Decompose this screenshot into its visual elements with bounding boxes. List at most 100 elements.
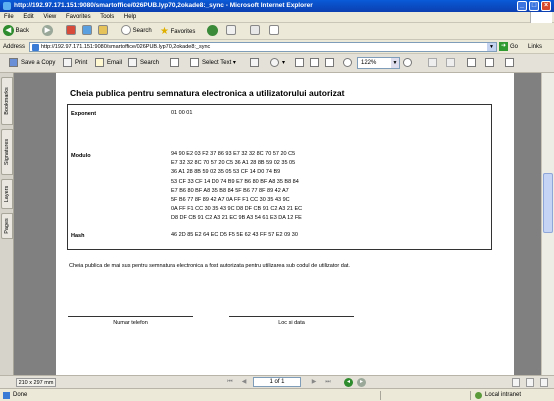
- continuous-layout-icon[interactable]: [526, 378, 534, 387]
- exponent-label: Exponent: [71, 111, 97, 117]
- select-text-button[interactable]: Select Text ▾: [190, 57, 236, 69]
- tab-pages[interactable]: Pages: [1, 213, 13, 239]
- fit-page-icon: [310, 57, 319, 67]
- exponent-value: 01 00 01: [171, 110, 193, 116]
- mail-icon: [226, 25, 236, 36]
- tab-bookmarks[interactable]: Bookmarks: [1, 77, 13, 125]
- print-button[interactable]: [250, 25, 260, 38]
- modulo-line: 5F B6 77 8F 89 42 A7 0A FF F1 CC 30 35 4…: [171, 197, 290, 204]
- menu-file[interactable]: File: [4, 14, 14, 20]
- phone-number-label: Numar telefon: [113, 320, 148, 326]
- back-label: Back: [15, 28, 30, 35]
- zoom-tool-button[interactable]: ▾: [270, 57, 285, 69]
- print-pdf-button[interactable]: Print: [63, 57, 87, 69]
- links-button[interactable]: Links: [528, 42, 542, 52]
- history-button[interactable]: [207, 25, 218, 38]
- refresh-button[interactable]: [82, 25, 92, 38]
- pdf-page: Cheia publica pentru semnatura electroni…: [56, 73, 514, 375]
- modulo-value: 94 90 E2 03 F2 37 86 93 E7 32 32 8C 70 5…: [171, 150, 302, 224]
- email-button[interactable]: Email: [95, 57, 122, 69]
- fit-page-button[interactable]: [310, 57, 322, 69]
- actual-size-button[interactable]: [295, 57, 307, 69]
- edit-button[interactable]: [269, 25, 279, 38]
- address-bar: Address http://192.97.171.151:9080/smart…: [0, 40, 554, 54]
- security-zone-label: Local intranet: [485, 392, 522, 398]
- last-page-icon[interactable]: ⏭: [324, 378, 332, 387]
- menu-bar: File Edit View Favorites Tools Help: [0, 12, 554, 23]
- page-number-field[interactable]: 1 of 1: [253, 377, 301, 387]
- edit-icon: [269, 25, 279, 36]
- menu-edit[interactable]: Edit: [23, 14, 33, 20]
- fit-width-button[interactable]: [325, 57, 337, 69]
- window-title-bar[interactable]: http://192.97.171.151:9080/smartoffice/0…: [0, 0, 554, 12]
- reflow-button[interactable]: [505, 57, 517, 69]
- select-text-label: Select Text: [202, 60, 232, 66]
- email-label: Email: [107, 60, 123, 66]
- single-page-button[interactable]: [467, 57, 479, 69]
- favorites-button[interactable]: ★ Favorites: [160, 25, 195, 38]
- zoom-select[interactable]: 122% ▼: [357, 57, 400, 69]
- rotate-right-button[interactable]: [446, 57, 458, 69]
- back-button[interactable]: ◀ Back: [3, 25, 29, 38]
- windows-logo: [530, 12, 552, 23]
- document-title: Cheia publica pentru semnatura electroni…: [70, 88, 345, 98]
- navigation-panel-tabs: Bookmarks Signatures Layers Pages: [0, 73, 14, 375]
- reflow-icon: [505, 57, 514, 67]
- intranet-zone-icon: [475, 392, 482, 399]
- address-input[interactable]: http://192.97.171.151:9080/smartoffice/0…: [29, 42, 497, 52]
- key-table: Exponent 01 00 01 Modulo 94 90 E2 03 F2 …: [67, 104, 492, 250]
- single-page-layout-icon[interactable]: [512, 378, 520, 387]
- rotate-left-button[interactable]: [428, 57, 440, 69]
- scrollbar-thumb[interactable]: [543, 173, 553, 233]
- next-view-icon[interactable]: ▸: [357, 378, 366, 387]
- menu-view[interactable]: View: [43, 14, 56, 20]
- forward-arrow-icon: ▶: [42, 25, 53, 36]
- modulo-line: 0A FF F1 CC 30 35 43 9C D8 DF CB 91 C2 A…: [171, 206, 303, 213]
- address-url: http://192.97.171.151:9080/smartoffice/0…: [41, 44, 211, 50]
- snapshot-button[interactable]: [250, 57, 262, 69]
- camera-icon: [250, 57, 259, 67]
- actual-size-icon: [295, 57, 304, 67]
- document-viewport[interactable]: Cheia publica pentru semnatura electroni…: [14, 73, 541, 375]
- tab-layers[interactable]: Layers: [1, 179, 13, 209]
- menu-tools[interactable]: Tools: [100, 14, 114, 20]
- history-icon: [207, 25, 218, 36]
- stop-icon: [66, 25, 76, 36]
- status-text: Done: [13, 392, 28, 398]
- tab-signatures[interactable]: Signatures: [1, 129, 13, 175]
- zoom-value: 122%: [361, 60, 377, 66]
- zoom-out-button[interactable]: [343, 57, 355, 69]
- printer-icon: [63, 57, 72, 67]
- modulo-line: 36 A1 28 8B 59 02 35 05 53 CF 14 D0 74 B…: [171, 169, 281, 176]
- forward-button[interactable]: ▶: [42, 25, 53, 38]
- zoom-in-button[interactable]: [403, 57, 415, 69]
- star-icon: ★: [160, 26, 169, 37]
- maximize-button[interactable]: □: [529, 1, 539, 11]
- address-dropdown-icon[interactable]: ▼: [487, 43, 496, 51]
- menu-favorites[interactable]: Favorites: [66, 14, 91, 20]
- floppy-icon: [9, 57, 18, 67]
- vertical-scrollbar[interactable]: [541, 73, 554, 375]
- save-copy-button[interactable]: Save a Copy: [9, 57, 55, 69]
- next-page-icon[interactable]: ▶: [310, 378, 318, 387]
- continuous-button[interactable]: [485, 57, 497, 69]
- binoculars-icon: [128, 57, 137, 67]
- hand-tool-button[interactable]: [170, 57, 182, 69]
- mail-button[interactable]: [226, 25, 236, 38]
- previous-view-icon[interactable]: ◂: [344, 378, 353, 387]
- menu-help[interactable]: Help: [124, 14, 136, 20]
- search-pdf-button[interactable]: Search: [128, 57, 159, 69]
- chevron-down-icon: ▾: [282, 60, 286, 66]
- search-label: Search: [132, 28, 152, 34]
- stop-button[interactable]: [66, 25, 76, 38]
- close-button[interactable]: ×: [541, 1, 551, 11]
- tab-layers-label: Layers: [4, 185, 10, 203]
- search-button[interactable]: Search: [121, 25, 152, 38]
- first-page-icon[interactable]: ⏮: [226, 378, 234, 387]
- previous-page-icon[interactable]: ◀: [240, 378, 248, 387]
- print-label: Print: [75, 60, 88, 66]
- minimize-button[interactable]: _: [517, 1, 527, 11]
- go-button[interactable]: ➜ Go: [499, 42, 518, 52]
- home-button[interactable]: [98, 25, 108, 38]
- facing-layout-icon[interactable]: [540, 378, 548, 387]
